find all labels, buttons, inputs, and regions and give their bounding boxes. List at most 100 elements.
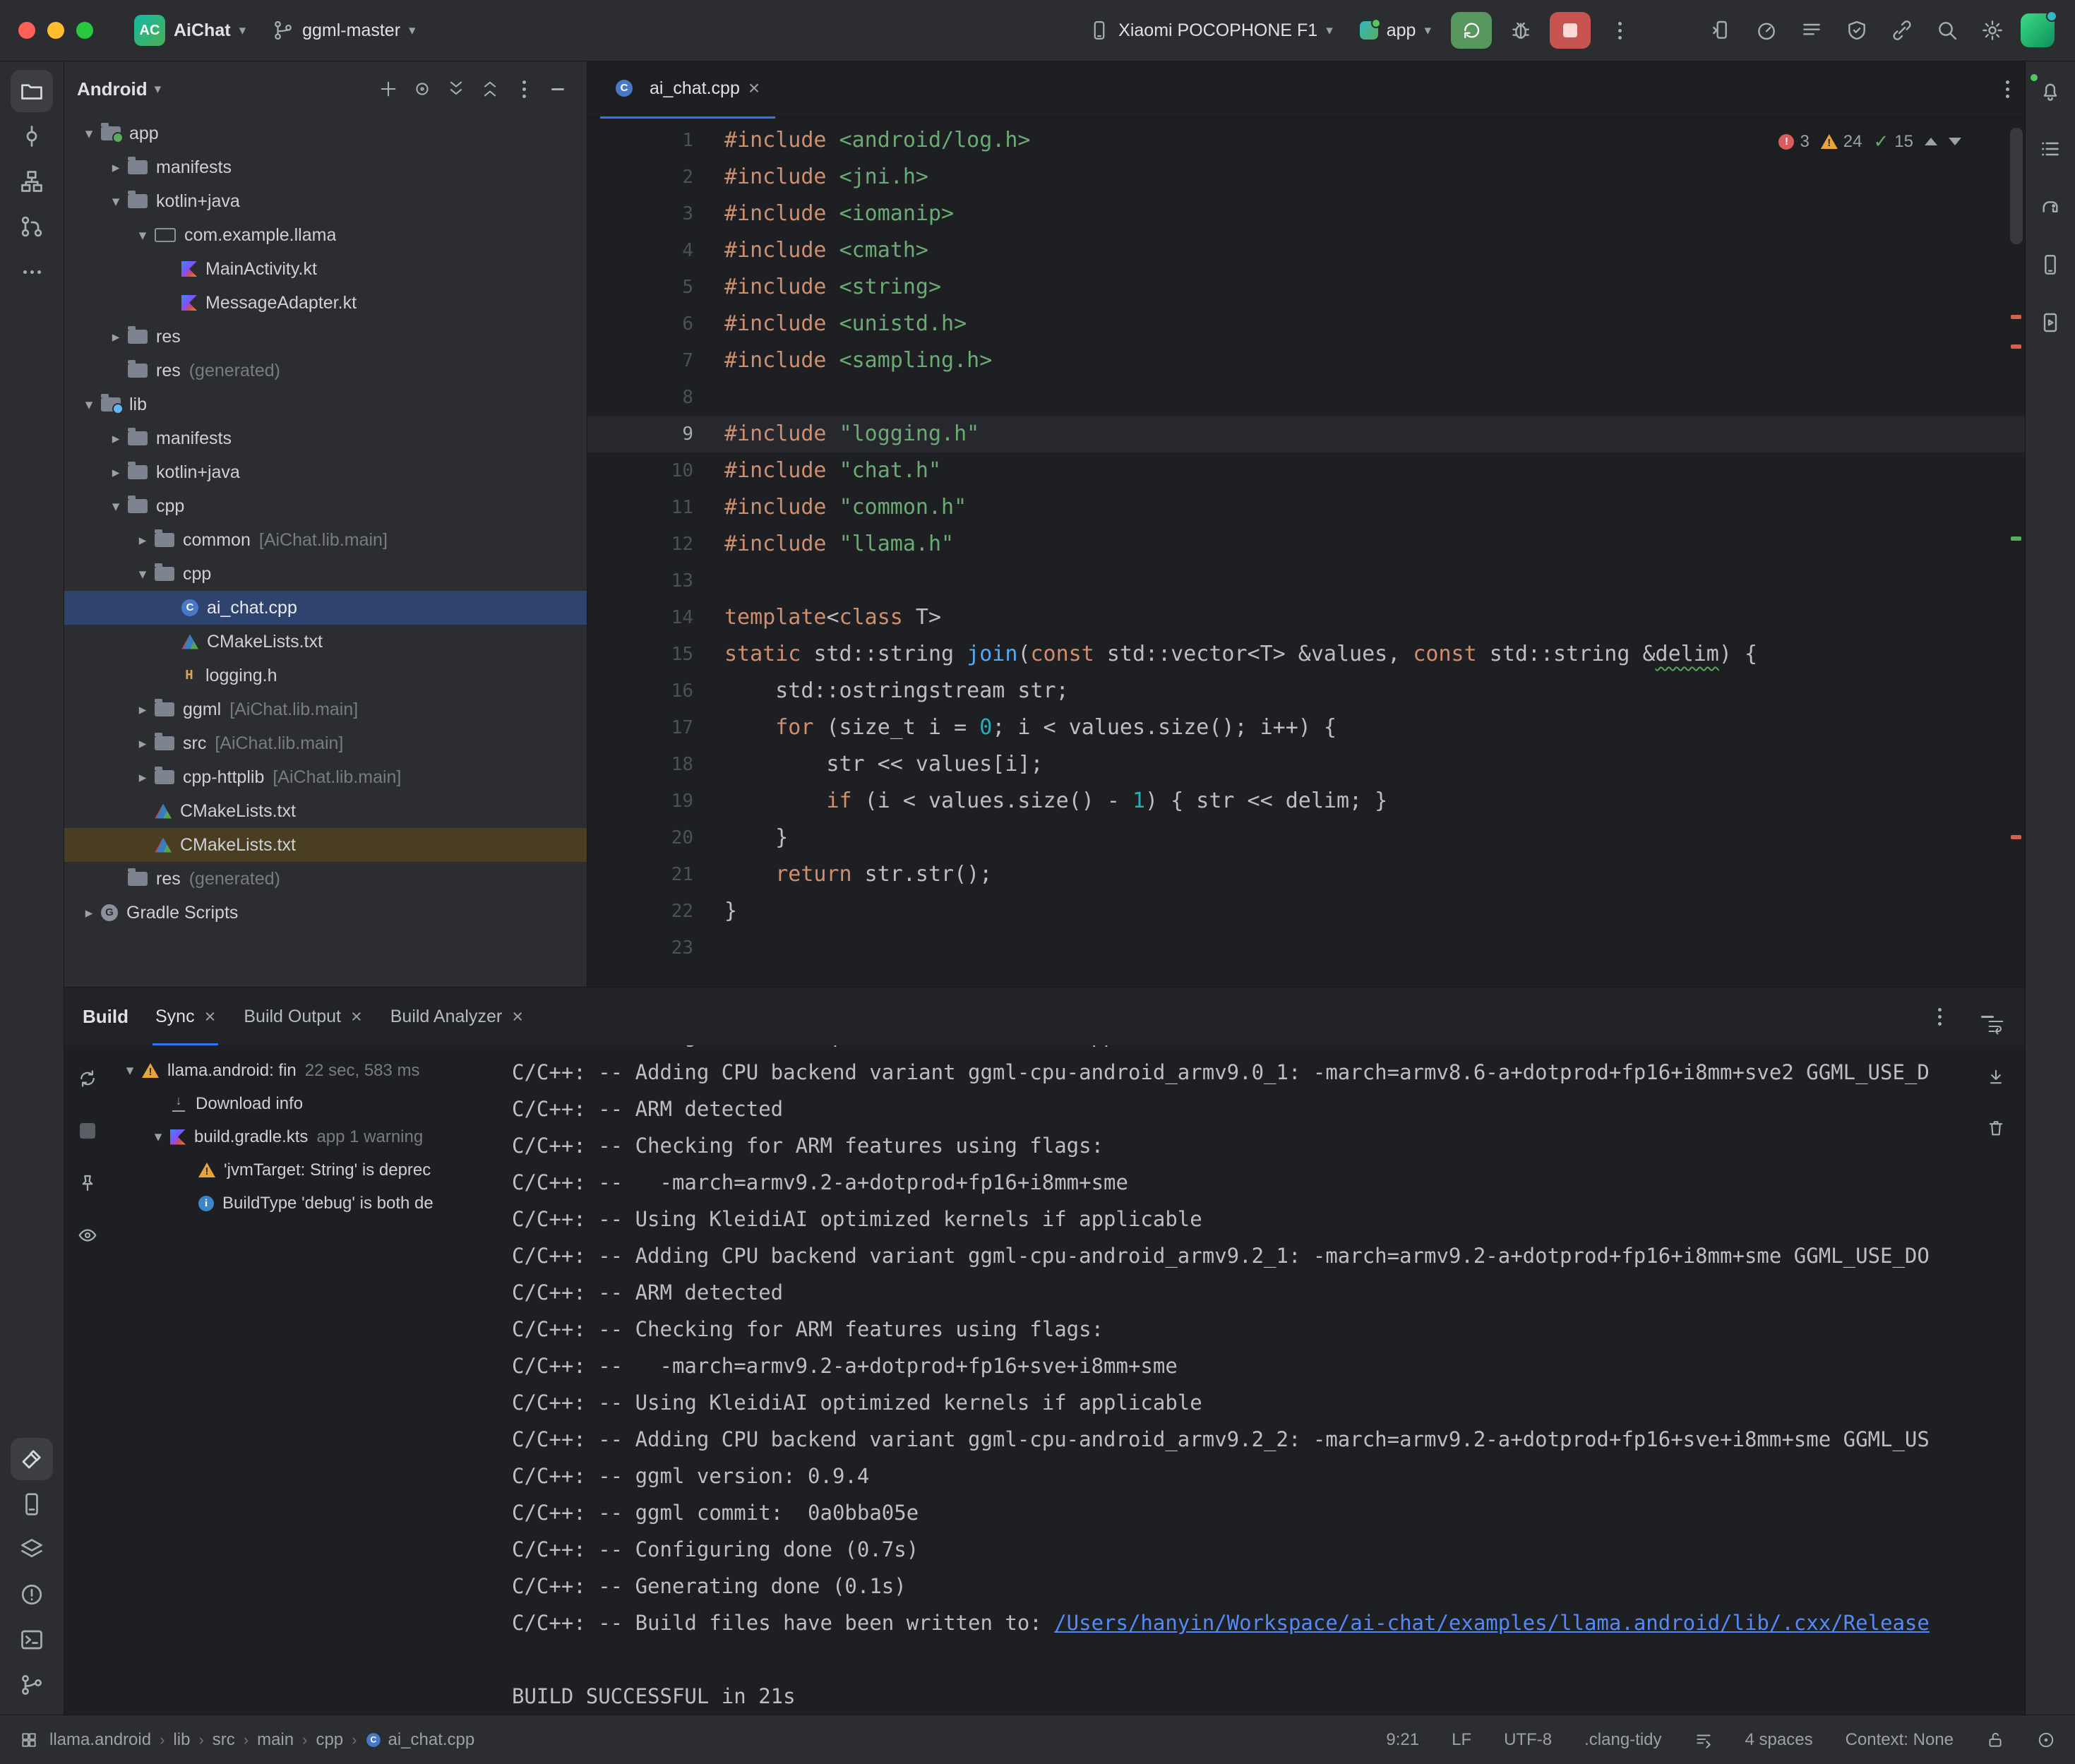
code-line[interactable]: 4#include <cmath> — [587, 232, 2025, 269]
build-tree-item[interactable]: 'jvmTarget: String' is deprec — [111, 1153, 506, 1187]
clear-console-button[interactable] — [1977, 1109, 2015, 1147]
tree-item[interactable]: ▸ggml[AiChat.lib.main] — [64, 692, 587, 726]
code-line[interactable]: 18 str << values[i]; — [587, 746, 2025, 783]
chevron-down-icon[interactable]: ▾ — [131, 565, 155, 583]
tree-item[interactable]: MainActivity.kt — [64, 252, 587, 286]
zoom-window-button[interactable] — [76, 22, 93, 39]
scrollbar-thumb[interactable] — [2010, 128, 2023, 244]
build-console[interactable]: C/C++: -- Using KleidiAI optimized kerne… — [506, 1045, 2025, 1715]
code-line[interactable]: 15static std::string join(const std::vec… — [587, 636, 2025, 673]
stop-button[interactable] — [1550, 12, 1591, 49]
error-stripe[interactable] — [2007, 118, 2025, 987]
branch-widget[interactable]: ggml-master ▾ — [263, 14, 425, 47]
build-tab-build-analyzer[interactable]: Build Analyzer× — [390, 988, 523, 1045]
minimize-window-button[interactable] — [47, 22, 64, 39]
tree-item[interactable]: logging.h — [64, 659, 587, 692]
editor-tab[interactable]: ai_chat.cpp × — [600, 61, 775, 119]
expand-all-button[interactable] — [440, 73, 472, 105]
commit-tool-button[interactable] — [11, 115, 53, 157]
indent-setting[interactable]: 4 spaces — [1745, 1730, 1813, 1750]
problems-tool-button[interactable] — [11, 1573, 53, 1616]
chevron-right-icon[interactable]: ▸ — [104, 159, 128, 176]
error-mark[interactable] — [2011, 344, 2021, 349]
show-output-button[interactable] — [68, 1216, 107, 1254]
code-line[interactable]: 11#include "common.h" — [587, 489, 2025, 526]
app-insights-button[interactable] — [1838, 11, 1876, 49]
tree-item[interactable]: ▾cpp — [64, 557, 587, 591]
user-avatar[interactable] — [2019, 11, 2057, 49]
code-line[interactable]: 19 if (i < values.size() - 1) { str << d… — [587, 783, 2025, 820]
settings-button[interactable] — [1973, 11, 2011, 49]
tree-item[interactable]: ▾com.example.llama — [64, 218, 587, 252]
terminal-tool-button[interactable] — [11, 1619, 53, 1661]
code-line[interactable]: 9#include "logging.h" — [587, 416, 2025, 452]
more-actions-button[interactable] — [1601, 11, 1639, 49]
tree-item[interactable]: ▸cpp-httplib[AiChat.lib.main] — [64, 760, 587, 794]
breadcrumb-item[interactable]: cpp — [316, 1730, 343, 1750]
code-line[interactable]: 17 for (size_t i = 0; i < values.size();… — [587, 709, 2025, 746]
chevron-down-icon[interactable]: ▾ — [104, 193, 128, 210]
logcat-button[interactable] — [1793, 11, 1831, 49]
build-tree-item[interactable]: BuildType 'debug' is both de — [111, 1187, 506, 1220]
status-indicator-icon[interactable] — [2037, 1731, 2055, 1749]
code-line[interactable]: 23 — [587, 930, 2025, 966]
pin-button[interactable] — [68, 1164, 107, 1202]
code-line[interactable]: 3#include <iomanip> — [587, 196, 2025, 232]
debug-button[interactable] — [1502, 11, 1540, 49]
tree-item[interactable]: CMakeLists.txt — [64, 828, 587, 862]
chevron-down-icon[interactable]: ▾ — [146, 1128, 170, 1146]
locate-file-button[interactable] — [406, 73, 438, 105]
code-area[interactable]: 1#include <android/log.h>2#include <jni.… — [587, 118, 2025, 987]
more-tool-windows-button[interactable] — [11, 251, 53, 293]
tree-item[interactable]: ▾cpp — [64, 489, 587, 523]
line-ending[interactable]: LF — [1452, 1730, 1471, 1750]
breadcrumb-item[interactable]: src — [213, 1730, 235, 1750]
chevron-down-icon[interactable]: ▾ — [77, 396, 101, 414]
context-setting[interactable]: Context: None — [1846, 1730, 1954, 1750]
project-view-mode[interactable]: Android — [77, 78, 148, 100]
search-everywhere-button[interactable] — [1928, 11, 1966, 49]
stop-sync-button[interactable] — [68, 1112, 107, 1150]
project-widget[interactable]: AC AiChat ▾ — [124, 9, 256, 52]
version-control-tool-button[interactable] — [11, 1664, 53, 1706]
device-explorer-tool-button[interactable] — [11, 1483, 53, 1525]
build-tab-build-output[interactable]: Build Output× — [244, 988, 361, 1045]
build-tool-button[interactable] — [11, 1438, 53, 1480]
change-mark[interactable] — [2011, 536, 2021, 541]
chevron-right-icon[interactable]: ▸ — [131, 735, 155, 752]
error-mark[interactable] — [2011, 315, 2021, 319]
tree-item[interactable]: CMakeLists.txt — [64, 794, 587, 828]
code-line[interactable]: 13 — [587, 563, 2025, 599]
lock-icon[interactable] — [1986, 1731, 2004, 1749]
previous-problem-icon[interactable] — [1925, 138, 1937, 145]
tree-item[interactable]: CMakeLists.txt — [64, 625, 587, 659]
close-window-button[interactable] — [18, 22, 35, 39]
profiler-button[interactable] — [1747, 11, 1786, 49]
chevron-right-icon[interactable]: ▸ — [77, 904, 101, 922]
code-line[interactable]: 7#include <sampling.h> — [587, 342, 2025, 379]
dependencies-tool-button[interactable] — [11, 1528, 53, 1571]
build-variants-button[interactable] — [2029, 128, 2071, 170]
code-line[interactable]: 12#include "llama.h" — [587, 526, 2025, 563]
chevron-right-icon[interactable]: ▸ — [131, 769, 155, 786]
rerun-sync-button[interactable] — [68, 1060, 107, 1098]
code-line[interactable]: 5#include <string> — [587, 269, 2025, 306]
run-button[interactable] — [1451, 12, 1492, 49]
chevron-down-icon[interactable]: ▾ — [118, 1062, 142, 1079]
close-icon[interactable]: × — [351, 1007, 362, 1026]
panel-options-button[interactable] — [508, 73, 540, 105]
chevron-right-icon[interactable]: ▸ — [104, 430, 128, 448]
code-line[interactable]: 14template<class T> — [587, 599, 2025, 636]
scroll-to-end-button[interactable] — [1977, 1058, 2015, 1096]
code-line[interactable]: 6#include <unistd.h> — [587, 306, 2025, 342]
breadcrumb-item[interactable]: ai_chat.cpp — [388, 1730, 474, 1750]
tree-item[interactable]: ▾lib — [64, 388, 587, 421]
build-tree-item[interactable]: Download info — [111, 1087, 506, 1120]
close-icon[interactable]: × — [748, 78, 760, 98]
breadcrumb-item[interactable]: lib — [173, 1730, 190, 1750]
chevron-right-icon[interactable]: ▸ — [104, 464, 128, 481]
device-selector[interactable]: Xiaomi POCOPHONE F1 ▾ — [1079, 14, 1343, 47]
passed-badge[interactable]: ✓15 — [1874, 131, 1914, 152]
chevron-right-icon[interactable]: ▸ — [104, 328, 128, 346]
chevron-down-icon[interactable]: ▾ — [131, 227, 155, 244]
